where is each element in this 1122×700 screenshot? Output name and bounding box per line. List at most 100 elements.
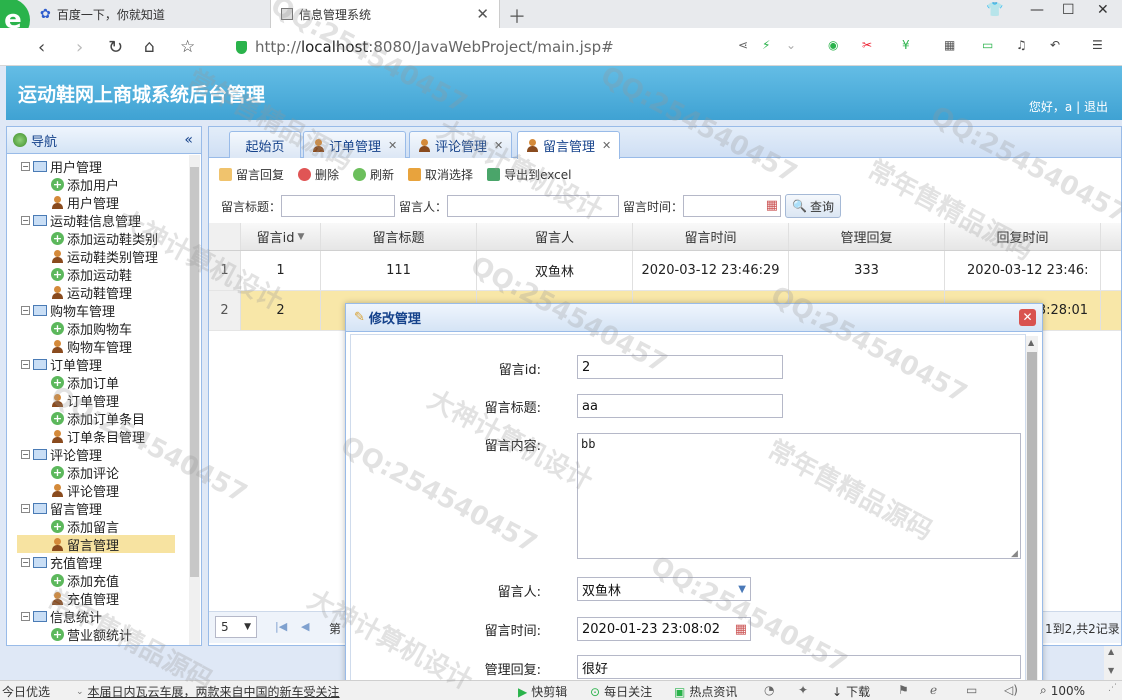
nav-item[interactable]: 充值管理 bbox=[7, 589, 187, 608]
nav-group[interactable]: − 订单管理 bbox=[7, 355, 187, 374]
close-tab-icon[interactable]: ✕ bbox=[476, 5, 489, 23]
logout-link[interactable]: 退出 bbox=[1084, 100, 1108, 114]
nav-item[interactable]: 评论管理 bbox=[7, 481, 187, 500]
maximize-icon[interactable]: ☐ bbox=[1062, 2, 1075, 18]
table-row[interactable]: 1 1 111 双鱼林 2020-03-12 23:46:29 333 2020… bbox=[209, 251, 1121, 291]
nav-item[interactable]: 购物车管理 bbox=[7, 337, 187, 356]
resize-grip-icon[interactable]: ◢ bbox=[1011, 549, 1018, 559]
browser-e-icon[interactable]: ℯ bbox=[930, 683, 937, 697]
browser-tab-active[interactable]: 信息管理系统 ✕ bbox=[270, 0, 500, 28]
home-icon[interactable]: ⌂ bbox=[144, 37, 155, 57]
chevron-down-icon[interactable]: ⌄ bbox=[786, 38, 796, 52]
nav-group[interactable]: − 信息统计 bbox=[7, 607, 187, 626]
screen-icon[interactable]: ▭ bbox=[966, 683, 977, 697]
apps-grid-icon[interactable]: ▦ bbox=[944, 38, 955, 52]
author-search-input[interactable] bbox=[447, 195, 620, 217]
nav-group[interactable]: − 充值管理 bbox=[7, 553, 187, 572]
scroll-down-icon[interactable]: ▼ bbox=[1108, 666, 1114, 675]
news-ticker[interactable]: ⌄ 本届日内瓦云车展，两款来自中国的新车受关注 bbox=[76, 683, 340, 700]
col-header-reply-time[interactable]: 回复时间 bbox=[945, 223, 1101, 250]
undo-icon[interactable]: ↶ bbox=[1050, 38, 1060, 52]
menu-icon[interactable]: ☰ bbox=[1092, 38, 1103, 52]
nav-item[interactable]: + 添加订单条目 bbox=[7, 409, 187, 428]
nav-group[interactable]: − 留言管理 bbox=[7, 499, 187, 518]
download-button[interactable]: ↓ 下载 bbox=[832, 683, 870, 700]
nav-item[interactable]: + 添加用户 bbox=[7, 175, 187, 194]
collapse-toggle-icon[interactable]: − bbox=[21, 161, 30, 171]
scroll-up-icon[interactable]: ▲ bbox=[1108, 647, 1114, 656]
collapse-toggle-icon[interactable]: − bbox=[21, 449, 30, 459]
close-tab-icon[interactable]: ✕ bbox=[494, 139, 503, 152]
tab-message-management[interactable]: 留言管理 ✕ bbox=[517, 131, 621, 159]
collapse-toggle-icon[interactable]: − bbox=[21, 503, 30, 513]
col-header-author[interactable]: 留言人 bbox=[477, 223, 633, 250]
dialog-scroll-thumb[interactable] bbox=[1027, 352, 1037, 692]
author-select[interactable]: 双鱼林 ▼ bbox=[577, 577, 751, 601]
cancel-select-button[interactable]: 取消选择 bbox=[408, 166, 473, 183]
nav-scrollbar[interactable] bbox=[189, 155, 200, 645]
quick-clip[interactable]: ▶ 快剪辑 bbox=[518, 683, 567, 700]
close-tab-icon[interactable]: ✕ bbox=[388, 139, 397, 152]
nav-item[interactable]: + 添加订单 bbox=[7, 373, 187, 392]
reply-button[interactable]: 留言回复 bbox=[219, 166, 284, 183]
hot-news[interactable]: ▣ 热点资讯 bbox=[674, 683, 737, 700]
prev-page-icon[interactable]: ◀ bbox=[301, 620, 309, 633]
star-icon[interactable]: ☆ bbox=[180, 37, 195, 57]
nav-item[interactable]: 订单条目管理 bbox=[7, 427, 187, 446]
nav-item[interactable]: + 添加购物车 bbox=[7, 319, 187, 338]
id-field[interactable]: 2 bbox=[577, 355, 783, 379]
headphones-icon[interactable]: ♫ bbox=[1016, 38, 1027, 52]
scroll-up-icon[interactable]: ▲ bbox=[1028, 338, 1034, 347]
nav-item[interactable]: + 添加运动鞋 bbox=[7, 265, 187, 284]
nav-item[interactable]: 用户管理 bbox=[7, 193, 187, 212]
col-header-time[interactable]: 留言时间 bbox=[633, 223, 789, 250]
nav-item[interactable]: + 添加留言 bbox=[7, 517, 187, 536]
time-field[interactable]: 2020-01-23 23:08:02 ▦ bbox=[577, 617, 751, 641]
zoom-control[interactable]: ⌕ 100% bbox=[1040, 683, 1085, 698]
coin-icon[interactable]: ¥ bbox=[902, 38, 910, 52]
browser-tab-baidu[interactable]: ✿ 百度一下，你就知道 bbox=[30, 0, 270, 28]
nav-item[interactable]: + 添加评论 bbox=[7, 463, 187, 482]
nav-item[interactable]: + 添加运动鞋类别 bbox=[7, 229, 187, 248]
nav-item[interactable]: 运动鞋类别管理 bbox=[7, 247, 187, 266]
dialog-scrollbar[interactable]: ▲ bbox=[1026, 336, 1038, 699]
collapse-toggle-icon[interactable]: − bbox=[21, 359, 30, 369]
battery-icon[interactable]: ▭ bbox=[982, 38, 993, 52]
collapse-double-left-icon[interactable]: « bbox=[184, 132, 193, 148]
lightning-icon[interactable]: ⚡ bbox=[762, 38, 770, 52]
nav-item[interactable]: + 添加充值 bbox=[7, 571, 187, 590]
nav-scroll-thumb[interactable] bbox=[190, 167, 199, 577]
calendar-icon[interactable]: ▦ bbox=[766, 198, 778, 213]
tab-comment-management[interactable]: 评论管理 ✕ bbox=[409, 131, 513, 158]
time-search-input[interactable]: ▦ bbox=[683, 195, 782, 217]
url-field[interactable]: http://localhost:8080/JavaWebProject/mai… bbox=[236, 34, 726, 60]
new-tab-button[interactable]: ＋ bbox=[508, 3, 526, 29]
shield-icon[interactable]: ◉ bbox=[828, 38, 838, 52]
close-tab-icon[interactable]: ✕ bbox=[602, 139, 611, 152]
reply-field[interactable]: 很好 bbox=[577, 655, 1021, 679]
query-button[interactable]: 🔍 查询 bbox=[785, 194, 842, 218]
delete-button[interactable]: 删除 bbox=[298, 166, 339, 183]
scissors-icon[interactable]: ✂ bbox=[862, 38, 872, 52]
nav-item[interactable]: + 营业额统计 bbox=[7, 625, 187, 644]
refresh-button[interactable]: 刷新 bbox=[353, 166, 394, 183]
content-textarea[interactable]: bb bbox=[577, 433, 1021, 559]
nav-group[interactable]: − 用户管理 bbox=[7, 157, 187, 176]
nav-item[interactable]: 运动鞋管理 bbox=[7, 283, 187, 302]
title-search-input[interactable] bbox=[281, 195, 396, 217]
first-page-icon[interactable]: |◀ bbox=[275, 620, 287, 633]
title-field[interactable]: aa bbox=[577, 394, 783, 418]
calendar-icon[interactable]: ▦ bbox=[735, 622, 747, 637]
reload-icon[interactable]: ↻ bbox=[108, 37, 123, 58]
collapse-toggle-icon[interactable]: − bbox=[21, 305, 30, 315]
page-size-select[interactable]: 5 ▼ bbox=[215, 616, 257, 638]
close-window-icon[interactable]: ✕ bbox=[1097, 2, 1109, 18]
speed-icon[interactable]: ◔ bbox=[764, 683, 774, 697]
minimize-icon[interactable]: — bbox=[1030, 2, 1044, 18]
plugin-icon[interactable]: ✦ bbox=[798, 683, 808, 697]
col-header-title[interactable]: 留言标题 bbox=[321, 223, 477, 250]
nav-group[interactable]: − 运动鞋信息管理 bbox=[7, 211, 187, 230]
resize-grip-icon[interactable]: ⋰ bbox=[1108, 683, 1117, 693]
tab-order-management[interactable]: 订单管理 ✕ bbox=[303, 131, 407, 158]
share-icon[interactable]: ⋖ bbox=[738, 38, 748, 52]
